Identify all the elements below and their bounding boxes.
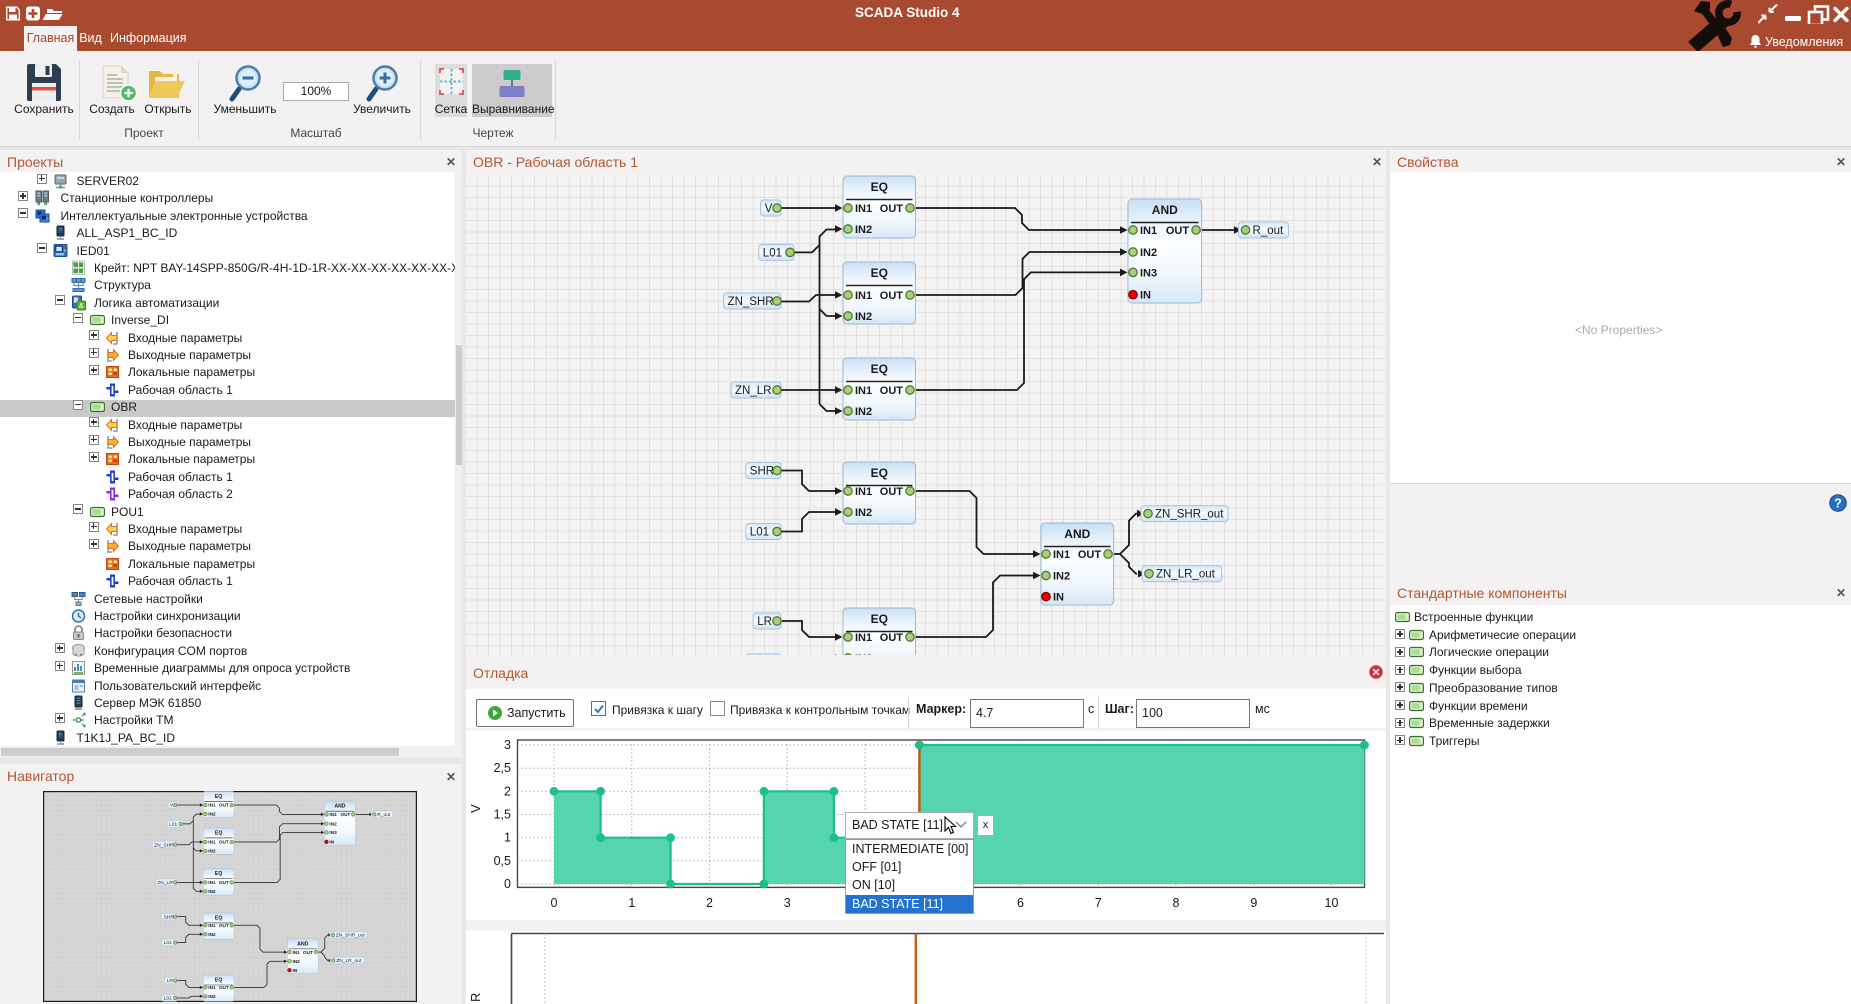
svg-text:IN1: IN1 — [855, 632, 872, 644]
svg-text:AND: AND — [1152, 203, 1178, 217]
svg-text:IN2: IN2 — [1140, 247, 1157, 259]
svg-text:1: 1 — [628, 896, 635, 910]
svg-text:IN2: IN2 — [1053, 571, 1070, 583]
svg-text:V: V — [765, 203, 773, 215]
svg-text:OUT: OUT — [880, 632, 904, 644]
svg-text:IN2: IN2 — [855, 224, 872, 236]
svg-text:3: 3 — [784, 896, 791, 910]
svg-text:?: ? — [1834, 497, 1842, 511]
svg-text:1,5: 1,5 — [494, 808, 511, 822]
svg-text:3: 3 — [504, 738, 511, 752]
svg-text:IN2: IN2 — [855, 507, 872, 519]
svg-text:OUT: OUT — [880, 290, 904, 302]
svg-text:10: 10 — [1325, 896, 1339, 910]
svg-text:2: 2 — [504, 784, 511, 798]
svg-text:EQ: EQ — [871, 612, 888, 626]
svg-text:6: 6 — [1017, 896, 1024, 910]
svg-text:OUT: OUT — [880, 486, 904, 498]
svg-text:IN1: IN1 — [855, 385, 872, 397]
svg-text:2,5: 2,5 — [494, 761, 511, 775]
svg-text:IN3: IN3 — [1140, 267, 1157, 279]
svg-text:ZN_LR_out: ZN_LR_out — [1156, 569, 1216, 581]
svg-text:EQ: EQ — [871, 266, 888, 280]
svg-text:LR: LR — [757, 616, 772, 628]
svg-text:0,5: 0,5 — [494, 854, 511, 868]
svg-text:AND: AND — [1064, 527, 1090, 541]
svg-text:L01: L01 — [763, 247, 782, 259]
svg-text:ZN_SHR: ZN_SHR — [728, 296, 774, 308]
svg-text:IN1: IN1 — [855, 290, 872, 302]
svg-text:IN: IN — [1140, 290, 1151, 302]
svg-text:EQ: EQ — [871, 362, 888, 376]
svg-text:OUT: OUT — [880, 203, 904, 215]
svg-text:R: R — [468, 993, 483, 1002]
svg-text:EQ: EQ — [871, 180, 888, 194]
svg-text:IN: IN — [1053, 592, 1064, 604]
svg-text:IN1: IN1 — [855, 486, 872, 498]
svg-text:ZN_SHR_out: ZN_SHR_out — [1155, 509, 1224, 521]
svg-text:8: 8 — [1173, 896, 1180, 910]
svg-text:&: & — [79, 301, 84, 310]
svg-text:0: 0 — [551, 896, 558, 910]
svg-text:IN2: IN2 — [855, 406, 872, 418]
svg-text:OUT: OUT — [1166, 225, 1190, 237]
svg-text:OUT: OUT — [1078, 549, 1102, 561]
svg-text:2: 2 — [706, 896, 713, 910]
svg-text:OUT: OUT — [880, 385, 904, 397]
svg-text:IN2: IN2 — [855, 311, 872, 323]
svg-text:IN1: IN1 — [855, 203, 872, 215]
svg-text:SHR: SHR — [750, 466, 774, 478]
svg-text:IN1: IN1 — [1053, 549, 1070, 561]
svg-text:9: 9 — [1250, 896, 1257, 910]
svg-text:V: V — [468, 804, 483, 813]
svg-text:L01: L01 — [750, 527, 769, 539]
svg-text:EQ: EQ — [871, 466, 888, 480]
svg-text:7: 7 — [1095, 896, 1102, 910]
svg-text:ZN_LR: ZN_LR — [735, 385, 771, 397]
svg-text:R_out: R_out — [1253, 225, 1284, 237]
svg-text:IN1: IN1 — [1140, 225, 1157, 237]
svg-text:1: 1 — [504, 831, 511, 845]
svg-text:0: 0 — [504, 877, 511, 891]
